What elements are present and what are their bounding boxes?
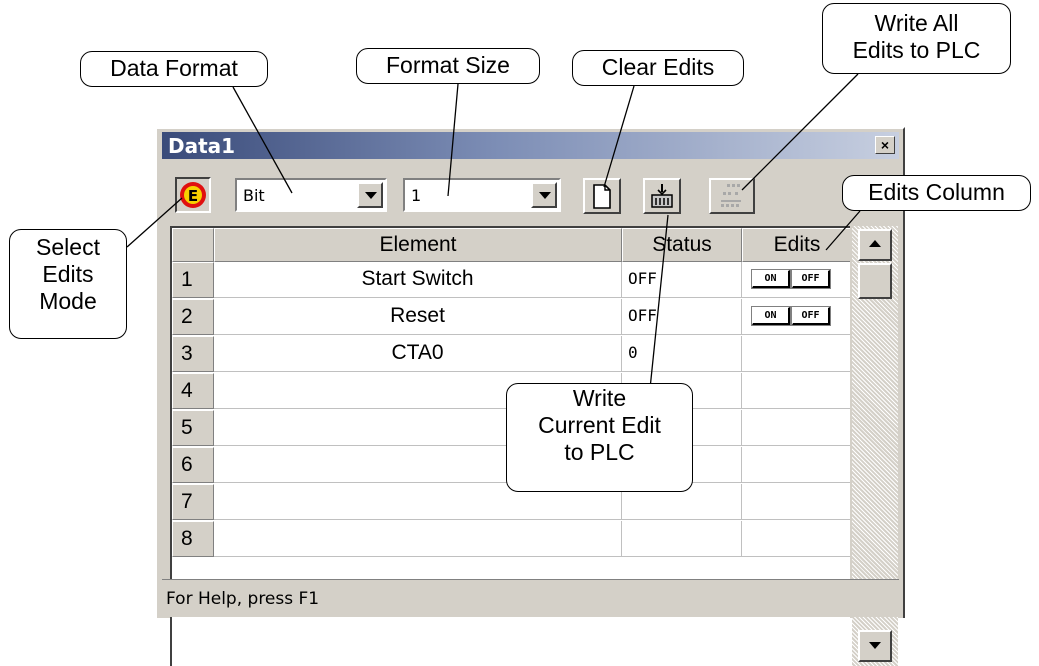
edits-cell — [742, 336, 850, 372]
grid-corner-header — [172, 228, 214, 262]
column-header-status[interactable]: Status — [622, 228, 742, 262]
blank-page-icon — [593, 184, 611, 209]
edits-mode-icon: E — [180, 182, 206, 208]
element-cell[interactable]: CTA0 — [214, 336, 622, 372]
edits-cell: ON OFF — [742, 299, 850, 335]
table-row[interactable]: 3 CTA0 0 — [172, 336, 850, 372]
callout-format-size: Format Size — [356, 48, 540, 84]
callout-write-current-edit: Write Current Edit to PLC — [506, 383, 693, 492]
window-title: Data1 — [168, 134, 236, 158]
table-row[interactable]: 8 — [172, 521, 850, 557]
on-button[interactable]: ON — [751, 306, 791, 326]
row-number[interactable]: 3 — [172, 336, 214, 372]
off-button[interactable]: OFF — [791, 306, 831, 326]
element-cell[interactable]: Reset — [214, 299, 622, 335]
callout-select-edits-mode: Select Edits Mode — [9, 229, 127, 339]
callout-data-format: Data Format — [80, 51, 268, 87]
close-button[interactable]: × — [875, 136, 895, 154]
write-current-edit-icon — [651, 184, 673, 208]
edits-cell — [742, 484, 850, 520]
format-size-select[interactable]: 1 — [403, 178, 561, 212]
column-header-edits[interactable]: Edits — [742, 228, 850, 262]
status-cell: OFF — [622, 262, 742, 298]
table-row[interactable]: 1 Start Switch OFF ON OFF — [172, 262, 850, 298]
table-row[interactable]: 2 Reset OFF ON OFF — [172, 299, 850, 335]
row-number[interactable]: 1 — [172, 262, 214, 298]
callout-edits-column: Edits Column — [842, 175, 1031, 211]
edits-mode-letter: E — [188, 187, 198, 205]
status-cell: 0 — [622, 336, 742, 372]
row-number[interactable]: 6 — [172, 447, 214, 483]
write-current-edit-button[interactable] — [643, 178, 681, 214]
row-number[interactable]: 7 — [172, 484, 214, 520]
edits-cell — [742, 373, 850, 409]
write-all-edits-button[interactable] — [709, 178, 755, 214]
status-bar: For Help, press F1 — [162, 579, 899, 617]
off-button[interactable]: OFF — [791, 269, 831, 289]
status-cell — [622, 521, 742, 557]
data-format-select[interactable]: Bit — [235, 178, 387, 212]
edits-cell — [742, 521, 850, 557]
select-edits-mode-button[interactable]: E — [175, 177, 211, 213]
scroll-thumb[interactable] — [858, 263, 892, 299]
format-size-value: 1 — [411, 186, 422, 205]
data-format-dropdown-arrow[interactable] — [357, 182, 383, 208]
scroll-up-button[interactable] — [858, 229, 892, 261]
data-view-window: Data1 × E Bit 1 Element Status Edits 1 S… — [155, 127, 905, 666]
callout-clear-edits: Clear Edits — [572, 50, 744, 86]
edits-cell: ON OFF — [742, 262, 850, 298]
scroll-down-button[interactable] — [858, 630, 892, 662]
edits-cell — [742, 410, 850, 446]
format-size-dropdown-arrow[interactable] — [531, 182, 557, 208]
title-bar: Data1 × — [162, 132, 899, 159]
on-button[interactable]: ON — [751, 269, 791, 289]
data-format-value: Bit — [243, 186, 265, 205]
element-cell[interactable] — [214, 521, 622, 557]
edits-cell — [742, 447, 850, 483]
element-cell[interactable]: Start Switch — [214, 262, 622, 298]
status-cell: OFF — [622, 299, 742, 335]
callout-write-all-edits: Write All Edits to PLC — [822, 3, 1011, 74]
row-number[interactable]: 8 — [172, 521, 214, 557]
row-number[interactable]: 2 — [172, 299, 214, 335]
write-all-edits-icon — [721, 184, 741, 207]
clear-edits-button[interactable] — [583, 178, 621, 214]
column-header-element[interactable]: Element — [214, 228, 622, 262]
row-number[interactable]: 4 — [172, 373, 214, 409]
row-number[interactable]: 5 — [172, 410, 214, 446]
